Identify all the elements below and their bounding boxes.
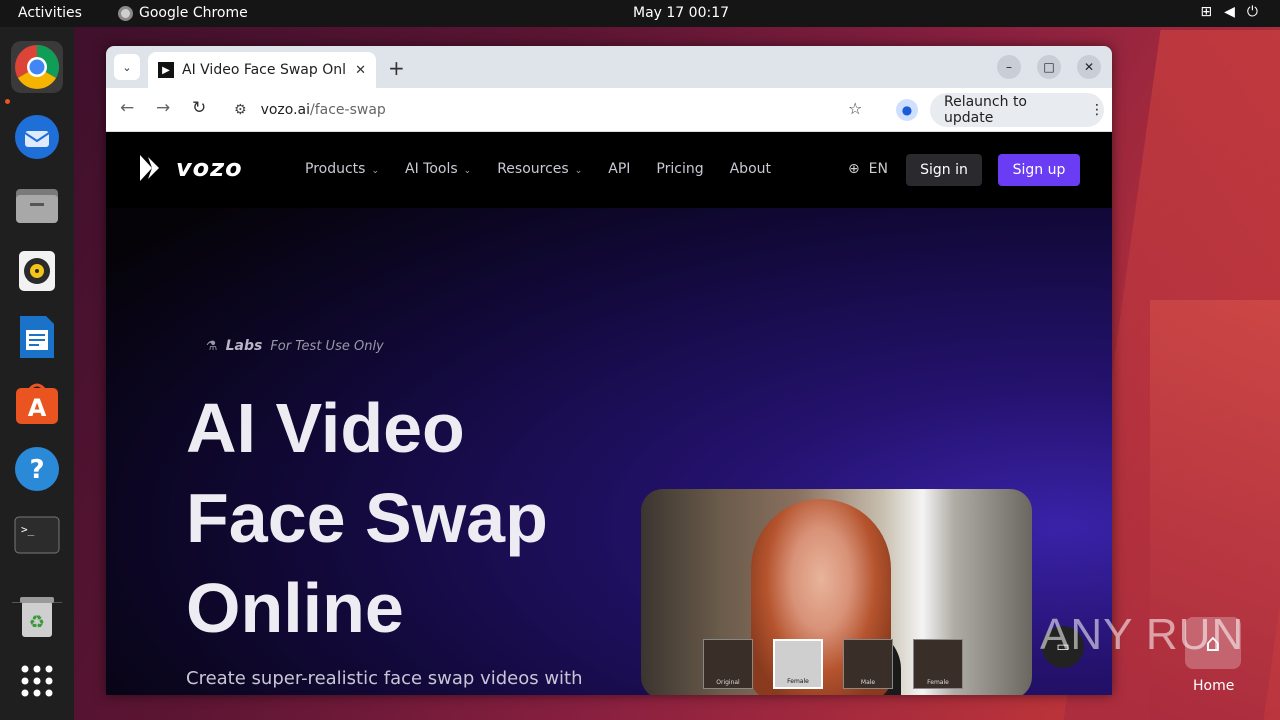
- home-folder-icon[interactable]: ⌂: [1185, 617, 1241, 669]
- network-icon: ⊞: [1200, 4, 1213, 20]
- vozo-logo-icon: [140, 155, 159, 181]
- url-path: /face-swap: [310, 102, 386, 118]
- address-bar[interactable]: ⚙ vozo.ai/face-swap: [224, 93, 880, 127]
- thunderbird-icon[interactable]: [11, 111, 63, 163]
- sign-up-button[interactable]: Sign up: [998, 154, 1080, 186]
- clock[interactable]: May 17 00:17: [633, 5, 729, 21]
- logo-text: vozo: [176, 154, 243, 182]
- chevron-down-icon: ⌄: [463, 166, 472, 176]
- globe-icon: ⊕: [848, 161, 860, 177]
- bookmark-star-icon[interactable]: ☆: [848, 99, 862, 118]
- chevron-down-icon: ⌄: [371, 166, 379, 176]
- new-tab-button[interactable]: +: [388, 56, 405, 80]
- activities-button[interactable]: Activities: [18, 5, 82, 21]
- site-logo[interactable]: vozo: [138, 153, 243, 183]
- close-tab-icon[interactable]: ✕: [355, 63, 366, 78]
- nav-about[interactable]: About: [730, 161, 771, 177]
- hero-line: Online: [186, 569, 404, 647]
- svg-text:A: A: [28, 394, 47, 422]
- demo-video[interactable]: Original Female Male Female: [641, 489, 1032, 695]
- labs-note: For Test Use Only: [270, 338, 384, 354]
- profile-avatar[interactable]: ●: [896, 99, 918, 121]
- hero-subtitle: Create super-realistic face swap videos …: [186, 668, 583, 689]
- url-host: vozo.ai: [260, 102, 310, 118]
- site-header: vozo Products ⌄ AI Tools ⌄ Resources ⌄ API …: [106, 133, 1112, 208]
- face-thumb[interactable]: Male: [843, 639, 893, 689]
- help-icon[interactable]: ?: [11, 443, 63, 495]
- nav-products[interactable]: Products ⌄: [305, 161, 379, 177]
- language-selector[interactable]: ⊕ EN: [848, 161, 888, 177]
- chrome-icon: [118, 5, 133, 21]
- running-indicator: [5, 99, 10, 104]
- system-top-bar: Activities Google Chrome May 17 00:17 ⊞ …: [0, 0, 1280, 27]
- kebab-menu-icon[interactable]: ⋮: [1090, 102, 1104, 118]
- hero-line: AI Video: [186, 389, 465, 467]
- app-center-icon[interactable]: A: [11, 377, 63, 429]
- files-icon[interactable]: [11, 179, 63, 231]
- nav-pricing[interactable]: Pricing: [656, 161, 703, 177]
- face-thumb[interactable]: Original: [703, 639, 753, 689]
- vozo-favicon-icon: ▶: [158, 62, 174, 78]
- back-button[interactable]: ←: [120, 98, 134, 118]
- app-menu[interactable]: Google Chrome: [118, 5, 248, 21]
- tab-strip: ⌄ ▶ AI Video Face Swap Onli ✕ + – □ ✕: [106, 46, 1112, 88]
- nav-resources[interactable]: Resources ⌄: [497, 161, 582, 177]
- face-thumb-selected[interactable]: Female: [773, 639, 823, 689]
- minimize-button[interactable]: –: [997, 55, 1021, 79]
- power-icon: ⏻: [1246, 4, 1258, 20]
- terminal-icon[interactable]: >_: [11, 509, 63, 561]
- flask-icon: ⚗: [206, 338, 218, 354]
- home-label: Home: [1193, 678, 1235, 694]
- site-info-icon[interactable]: ⚙: [234, 102, 247, 118]
- face-thumb[interactable]: Female: [913, 639, 963, 689]
- main-nav: Products ⌄ AI Tools ⌄ Resources ⌄ API Prici…: [305, 161, 771, 177]
- tab-active[interactable]: ▶ AI Video Face Swap Onli ✕: [148, 52, 376, 88]
- volume-icon: ◀︎: [1224, 4, 1235, 20]
- writer-icon[interactable]: [11, 311, 63, 363]
- labs-badge: ⚗ Labs For Test Use Only: [206, 338, 384, 354]
- trash-icon[interactable]: ♻: [11, 591, 63, 643]
- chevron-down-icon: ⌄: [122, 60, 132, 74]
- hero-line: Face Swap: [186, 479, 548, 557]
- tab-search-button[interactable]: ⌄: [114, 54, 140, 80]
- chrome-icon[interactable]: [11, 41, 63, 93]
- app-name: Google Chrome: [139, 5, 248, 21]
- relaunch-label: Relaunch to update: [944, 94, 1028, 126]
- system-tray[interactable]: ⊞ ◀︎ ⏻: [1200, 4, 1258, 20]
- web-page: vozo Products ⌄ AI Tools ⌄ Resources ⌄ API …: [106, 133, 1112, 695]
- grid-icon[interactable]: [11, 655, 63, 707]
- nav-ai-tools[interactable]: AI Tools ⌄: [405, 161, 471, 177]
- face-thumbnails: Original Female Male Female: [703, 639, 963, 689]
- relaunch-button[interactable]: Relaunch to update ⋮: [930, 93, 1104, 127]
- forward-button[interactable]: →: [156, 98, 170, 118]
- nav-api[interactable]: API: [608, 161, 630, 177]
- maximize-button[interactable]: □: [1037, 55, 1061, 79]
- browser-window: ⌄ ▶ AI Video Face Swap Onli ✕ + – □ ✕ ← …: [106, 46, 1112, 695]
- close-window-button[interactable]: ✕: [1077, 55, 1101, 79]
- browser-toolbar: ← → ↻ ⚙ vozo.ai/face-swap ☆ ● Relaunch t…: [106, 88, 1112, 132]
- chevron-down-icon: ⌄: [574, 166, 583, 176]
- tab-title: AI Video Face Swap Onli: [182, 62, 348, 78]
- sign-in-button[interactable]: Sign in: [906, 154, 982, 186]
- labs-brand: Labs: [225, 338, 263, 354]
- reload-button[interactable]: ↻: [192, 98, 206, 118]
- dock: A ? >_ ♻: [0, 27, 74, 720]
- svg-text:>_: >_: [21, 523, 35, 536]
- rhythmbox-icon[interactable]: [11, 245, 63, 297]
- svg-text:♻: ♻: [29, 612, 45, 633]
- hero-title: AI Video Face Swap Online: [186, 383, 548, 653]
- svg-text:?: ?: [29, 455, 44, 485]
